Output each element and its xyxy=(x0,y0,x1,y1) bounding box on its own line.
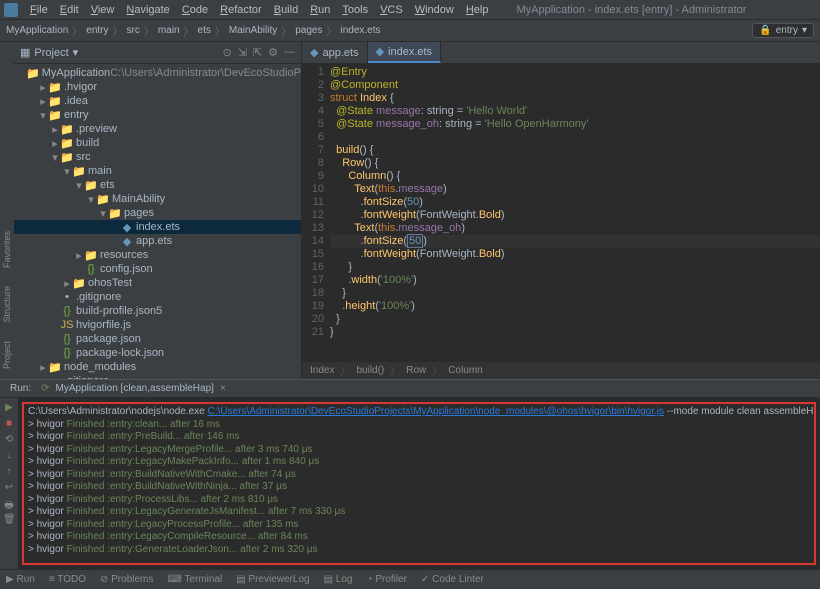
run-label: Run: xyxy=(6,383,35,394)
menubar: FileEditViewNavigateCodeRefactorBuildRun… xyxy=(0,0,820,20)
project-tool-window: ▦ Project ▾ ⊙ ⇲ ⇱ ⚙ — 📁MyApplication C:\… xyxy=(14,42,302,379)
breadcrumb-item[interactable]: MainAbility xyxy=(229,25,277,36)
menu-tools[interactable]: Tools xyxy=(336,2,374,18)
tree-node-src[interactable]: ▾📁src xyxy=(14,150,301,164)
tree-node--gitignore[interactable]: •.gitignore xyxy=(14,290,301,304)
project-tree[interactable]: 📁MyApplication C:\Users\Administrator\De… xyxy=(14,64,301,379)
rail-project[interactable]: Project xyxy=(2,341,12,369)
project-panel-title: ▦ Project ▾ xyxy=(20,46,222,59)
menu-navigate[interactable]: Navigate xyxy=(120,2,175,18)
status-profiler[interactable]: ◔ Profiler xyxy=(367,574,408,585)
lock-icon: 🔒 xyxy=(759,25,771,36)
menu-file[interactable]: File xyxy=(24,2,54,18)
run-status-icon: ⟳ xyxy=(41,383,49,394)
tree-node-app-ets[interactable]: ◆app.ets xyxy=(14,234,301,248)
expand-all-icon[interactable]: ⇲ xyxy=(238,46,247,59)
tree-node-mainability[interactable]: ▾📁MainAbility xyxy=(14,192,301,206)
tree-node-package-lock-json[interactable]: {}package-lock.json xyxy=(14,346,301,360)
editor-crumb[interactable]: build() xyxy=(356,365,384,376)
breadcrumb-item[interactable]: MyApplication xyxy=(6,25,68,36)
breadcrumb-item[interactable]: main xyxy=(158,25,180,36)
breadcrumb-item[interactable]: ets xyxy=(198,25,211,36)
menu-vcs[interactable]: VCS xyxy=(374,2,409,18)
menu-build[interactable]: Build xyxy=(268,2,304,18)
run-tool-window: Run: ⟳ MyApplication [clean,assembleHap]… xyxy=(0,379,820,569)
editor-area: ◆ app.ets◆ index.ets 1234567891011121314… xyxy=(302,42,820,379)
run-config-name: MyApplication [clean,assembleHap] xyxy=(56,383,214,394)
restart-icon[interactable]: ⟲ xyxy=(3,434,15,446)
run-config-selector[interactable]: 🔒entry ▾ xyxy=(752,23,814,38)
tree-node-resources[interactable]: ▸📁resources xyxy=(14,248,301,262)
tree-node-ohostest[interactable]: ▸📁ohosTest xyxy=(14,276,301,290)
collapse-all-icon[interactable]: ⇱ xyxy=(253,46,262,59)
tree-node-build-profile-json5[interactable]: {}build-profile.json5 xyxy=(14,304,301,318)
status-bar: ▶ Run ≡ TODO ⊘ Problems ⌨ Terminal ▤ Preview… xyxy=(0,569,820,589)
menu-run[interactable]: Run xyxy=(304,2,336,18)
status-log[interactable]: ▤ Log xyxy=(324,574,353,585)
select-opened-file-icon[interactable]: ⊙ xyxy=(222,46,231,59)
app-icon xyxy=(4,3,18,17)
rerun-icon[interactable]: ▶ xyxy=(3,402,15,414)
tree-node--idea[interactable]: ▸📁.idea xyxy=(14,94,301,108)
status-previewerlog[interactable]: ▤ PreviewerLog xyxy=(236,574,309,585)
window-title: MyApplication - index.ets [entry] - Admi… xyxy=(516,4,746,16)
status-problems[interactable]: ⊘ Problems xyxy=(100,574,153,585)
breadcrumb-item[interactable]: src xyxy=(127,25,140,36)
breadcrumb-item[interactable]: pages xyxy=(295,25,322,36)
wrap-icon[interactable]: ↩ xyxy=(3,482,15,494)
breadcrumb-item[interactable]: entry xyxy=(86,25,108,36)
tree-node-entry[interactable]: ▾📁entry xyxy=(14,108,301,122)
left-rail: Favorites Structure Project xyxy=(0,42,14,379)
run-toolbar: ▶ ■ ⟲ ↓ ↑ ↩ 🖶 🗑 xyxy=(0,398,18,569)
editor-crumb[interactable]: Row xyxy=(406,365,426,376)
menu-refactor[interactable]: Refactor xyxy=(214,2,268,18)
print-icon[interactable]: 🖶 xyxy=(3,498,15,510)
menu-window[interactable]: Window xyxy=(409,2,460,18)
console-output[interactable]: C:\Users\Administrator\nodejs\node.exe C… xyxy=(22,402,816,565)
status-run[interactable]: ▶ Run xyxy=(6,574,35,585)
editor-tab-app-ets[interactable]: ◆ app.ets xyxy=(302,42,368,63)
code-editor[interactable]: 123456789101112131415161718192021 @Entry… xyxy=(302,64,820,361)
tree-node-node_modules[interactable]: ▸📁node_modules xyxy=(14,360,301,374)
tree-node-index-ets[interactable]: ◆index.ets xyxy=(14,220,301,234)
tree-node--hvigor[interactable]: ▸📁.hvigor xyxy=(14,80,301,94)
status-todo[interactable]: ≡ TODO xyxy=(49,574,86,585)
menu-view[interactable]: View xyxy=(85,2,121,18)
editor-breadcrumb[interactable]: Index〉build()〉Row〉Column xyxy=(302,361,820,379)
tree-node-myapplication[interactable]: 📁MyApplication C:\Users\Administrator\De… xyxy=(14,66,301,80)
tree-node-ets[interactable]: ▾📁ets xyxy=(14,178,301,192)
gear-icon[interactable]: ⚙ xyxy=(268,46,278,59)
up-icon[interactable]: ↑ xyxy=(3,466,15,478)
status-code-linter[interactable]: ✓ Code Linter xyxy=(421,574,484,585)
editor-crumb[interactable]: Column xyxy=(448,365,482,376)
stop-icon[interactable]: ■ xyxy=(3,418,15,430)
editor-crumb[interactable]: Index xyxy=(310,365,334,376)
rail-structure[interactable]: Structure xyxy=(2,286,12,323)
tree-node-build[interactable]: ▸📁build xyxy=(14,136,301,150)
editor-tab-index-ets[interactable]: ◆ index.ets xyxy=(368,42,442,63)
hide-icon[interactable]: — xyxy=(284,46,295,59)
tree-node-hvigorfile-js[interactable]: JShvigorfile.js xyxy=(14,318,301,332)
tree-node-pages[interactable]: ▾📁pages xyxy=(14,206,301,220)
tree-node--preview[interactable]: ▸📁.preview xyxy=(14,122,301,136)
trash-icon[interactable]: 🗑 xyxy=(3,514,15,526)
rail-favorites[interactable]: Favorites xyxy=(2,231,12,268)
tree-node-package-json[interactable]: {}package.json xyxy=(14,332,301,346)
menu-help[interactable]: Help xyxy=(460,2,495,18)
navigation-bar: MyApplication〉entry〉src〉main〉ets〉MainAbi… xyxy=(0,20,820,42)
editor-tabs: ◆ app.ets◆ index.ets xyxy=(302,42,820,64)
tree-node-config-json[interactable]: {}config.json xyxy=(14,262,301,276)
tree-node-main[interactable]: ▾📁main xyxy=(14,164,301,178)
down-icon[interactable]: ↓ xyxy=(3,450,15,462)
breadcrumb-item[interactable]: index.ets xyxy=(340,25,380,36)
menu-edit[interactable]: Edit xyxy=(54,2,85,18)
status-terminal[interactable]: ⌨ Terminal xyxy=(167,574,222,585)
menu-code[interactable]: Code xyxy=(176,2,214,18)
